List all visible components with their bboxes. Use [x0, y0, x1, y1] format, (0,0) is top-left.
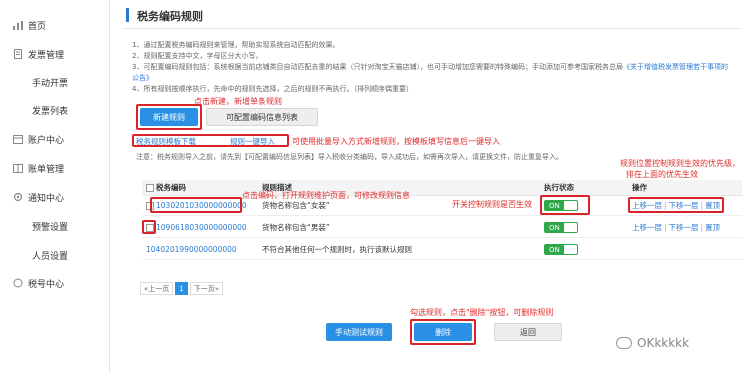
- template-download-link[interactable]: 税务规则模板下载: [136, 136, 196, 147]
- bill-icon: [12, 162, 24, 174]
- annotation-new: 点击新建，新增单条规则: [194, 97, 282, 106]
- toggle-highlight: [540, 195, 590, 215]
- page-1-button[interactable]: 1: [175, 282, 188, 295]
- ops-sep: |: [700, 223, 704, 232]
- nav-taxid[interactable]: 税号中心: [0, 274, 110, 292]
- nav-home-label: 首页: [28, 21, 47, 32]
- ops-highlight: [628, 197, 724, 213]
- nav-alert-settings[interactable]: 预警设置: [32, 220, 68, 233]
- status-cell: ON: [544, 240, 578, 259]
- sidebar: 首页 发票管理 手动开票 发票列表 账户中心 账单管理 通知中心 预警设置 人员…: [0, 0, 110, 373]
- config-list-button[interactable]: 可配置编码信息列表: [206, 108, 318, 126]
- ops-cell: 上移一层 | 下移一层 | 置顶: [632, 218, 720, 237]
- rule-code-link[interactable]: 1040201990000000000: [146, 240, 237, 259]
- import-link[interactable]: 规则一键导入: [230, 136, 275, 147]
- annotation-priority-1: 规则位置控制规则生效的优先级，: [620, 159, 740, 168]
- code-highlight: [150, 197, 242, 213]
- nav-account[interactable]: 账户中心: [0, 130, 110, 148]
- status-cell: ON: [544, 218, 578, 237]
- document-icon: [12, 48, 24, 60]
- page-title: 税务编码规则: [137, 10, 203, 23]
- circle-icon: [12, 277, 24, 289]
- nav-notify-label: 通知中心: [28, 193, 65, 204]
- annotation-batch: 可使用批量导入方式新增规则，按模板填写信息后一键导入: [292, 137, 500, 146]
- status-toggle[interactable]: ON: [544, 244, 578, 255]
- header-status: 执行状态: [544, 183, 574, 192]
- note-2: 2、规则配置支持中文，字母区分大小写。: [132, 52, 263, 60]
- note-3-text: 3、可配置编码规则包括：系统根据当前店铺类目自动匹配去重的结果（只针对淘宝天猫店…: [132, 63, 623, 71]
- title-accent: [122, 8, 130, 22]
- select-all-checkbox[interactable]: [146, 183, 154, 192]
- bar-chart-icon: [12, 19, 24, 31]
- nav-notify[interactable]: 通知中心: [0, 188, 110, 206]
- nav-home[interactable]: 首页: [0, 16, 110, 34]
- back-button[interactable]: 返回: [494, 323, 562, 341]
- table-row: 1090618030000000000 货物名称包含“男装” ON 上移一层 |…: [142, 218, 742, 238]
- nav-taxid-label: 税号中心: [28, 279, 65, 290]
- move-up-link[interactable]: 上移一层: [632, 222, 662, 233]
- table-row: 1040201990000000000 不符合其他任何一个规则时，执行该默认规则…: [142, 240, 742, 260]
- annotation-toggle: 开关控制规则是否生效: [452, 200, 532, 209]
- ops-sep: |: [664, 223, 667, 232]
- import-notice: 注意：税务规则导入之前，请先到【可配置编码信息列表】导入税收分类编码，导入成功后…: [136, 153, 563, 161]
- rule-desc: 不符合其他任何一个规则时，执行该默认规则: [262, 245, 412, 254]
- rule-desc: 货物名称包含“男装”: [262, 223, 330, 232]
- note-4: 4、所有规则按顺序执行，先命中的规则先选择，之后的规则不再执行。（排列顺序偶重要…: [132, 85, 413, 93]
- move-down-link[interactable]: 下移一层: [669, 222, 699, 233]
- header-checkbox-cell: [146, 180, 154, 195]
- header-code: 税务编码: [156, 183, 186, 192]
- gear-icon: [12, 191, 24, 203]
- nav-account-label: 账户中心: [28, 135, 65, 146]
- watermark: OKkkkkk: [616, 336, 689, 350]
- main-content: 税务编码规则 1、通过配置税务编码规则来管理，帮助实现系统自动匹配的效果。 2、…: [122, 0, 750, 373]
- annotation-priority-2: 排在上面的优先生效: [626, 170, 698, 179]
- note-1: 1、通过配置税务编码规则来管理，帮助实现系统自动匹配的效果。: [132, 41, 340, 49]
- title-divider: [122, 28, 742, 29]
- nav-invoice-list[interactable]: 发票列表: [32, 104, 68, 117]
- chat-bubble-icon: [616, 337, 632, 349]
- account-icon: [12, 133, 24, 145]
- manual-test-button[interactable]: 手动测试规则: [326, 323, 392, 341]
- next-page-button[interactable]: 下一页»: [189, 282, 224, 295]
- nav-invoice[interactable]: 发票管理: [0, 45, 110, 63]
- nav-user-settings[interactable]: 人员设置: [32, 249, 68, 262]
- annotation-delete: 勾选规则，点击"删除"按钮，可删除规则: [410, 308, 554, 317]
- nav-manual-invoice[interactable]: 手动开票: [32, 76, 68, 89]
- watermark-text: OKkkkkk: [637, 336, 690, 350]
- header-ops: 操作: [632, 183, 647, 192]
- annotation-edit: 点击编码，打开规则维护页面，可修改规则信息: [242, 191, 410, 200]
- delete-button[interactable]: 删除: [414, 323, 472, 341]
- pin-top-link[interactable]: 置顶: [705, 222, 720, 233]
- checkbox-highlight: [142, 220, 156, 234]
- table-header: 税务编码 规则描述 执行状态 操作: [142, 180, 742, 196]
- nav-bill[interactable]: 账单管理: [0, 159, 110, 177]
- nav-bill-label: 账单管理: [28, 164, 65, 175]
- rule-code-link[interactable]: 1090618030000000000: [156, 218, 247, 237]
- status-toggle[interactable]: ON: [544, 222, 578, 233]
- new-rule-button[interactable]: 新建规则: [140, 108, 198, 126]
- notes: 1、通过配置税务编码规则来管理，帮助实现系统自动匹配的效果。 2、规则配置支持中…: [132, 40, 732, 95]
- nav-invoice-label: 发票管理: [28, 50, 65, 61]
- pager: «上一页 1 下一页»: [140, 282, 225, 295]
- note-3: 3、可配置编码规则包括：系统根据当前店铺类目自动匹配去重的结果（只针对淘宝天猫店…: [132, 62, 732, 84]
- prev-page-button[interactable]: «上一页: [140, 282, 174, 295]
